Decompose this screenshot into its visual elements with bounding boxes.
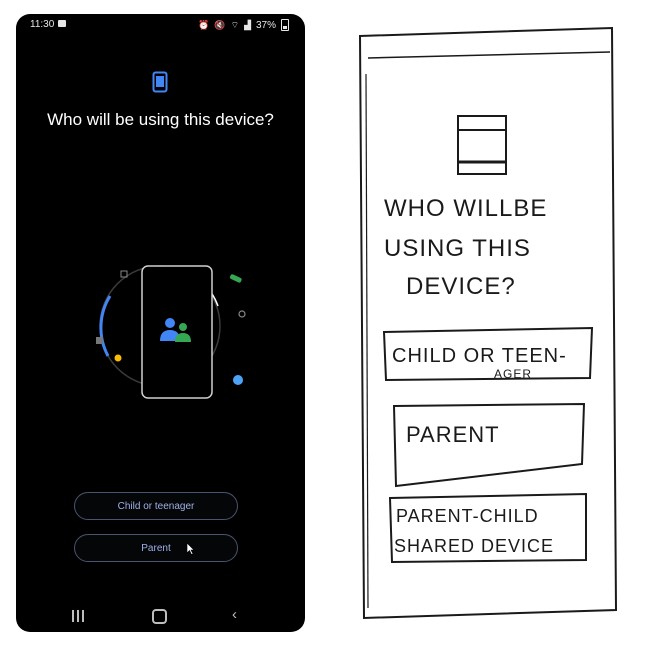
sketch-option-child-line-2: AGER [494, 367, 532, 381]
sketch-title-line-1: WHO WILLBE [384, 195, 547, 222]
page-title: Who will be using this device? [47, 110, 274, 129]
sketch-option-shared-line-1: PARENT-CHILD [396, 506, 539, 526]
yellow-dot [114, 354, 122, 362]
home-icon[interactable] [152, 609, 167, 624]
battery-icon [281, 19, 289, 31]
alarm-icon: ⏰ [198, 19, 210, 30]
device-icon [152, 71, 168, 93]
child-or-teenager-button[interactable]: Child or teenager [74, 492, 238, 520]
gray-square [96, 337, 103, 344]
cursor-icon [186, 542, 195, 555]
small-ring [238, 310, 246, 318]
image-icon [58, 20, 66, 27]
navigation-bar: ‹ [16, 602, 305, 632]
green-dash [229, 274, 242, 283]
wireframe-sketch: WHO WILLBE USING THIS DEVICE? CHILD OR T… [358, 26, 618, 620]
mute-icon: 🔇 [214, 19, 226, 30]
wifi-icon: ⌔ [230, 19, 240, 30]
sketch-title-line-2: USING THIS [384, 235, 531, 262]
sketch-title-line-3: DEVICE? [406, 273, 516, 300]
parent-button[interactable]: Parent [74, 534, 238, 562]
back-icon[interactable]: ‹ [232, 606, 237, 623]
status-icons: ⏰ 🔇 ⌔ ▟ 37% [198, 19, 289, 31]
phone-screen: 11:30 ⏰ 🔇 ⌔ ▟ 37% Who will be using this… [16, 14, 305, 632]
status-time: 11:30 [30, 19, 55, 30]
family-illustration [96, 265, 246, 399]
sketch-option-child-line-1: CHILD OR TEEN- [392, 345, 567, 367]
status-bar: 11:30 ⏰ 🔇 ⌔ ▟ 37% [16, 14, 305, 36]
sketch-option-parent-label: PARENT [406, 422, 500, 447]
sketch-option-shared-line-2: SHARED DEVICE [394, 536, 554, 556]
phone-outline [141, 265, 213, 399]
signal-icon: ▟ [244, 19, 251, 30]
sketch-frame-inner [367, 51, 611, 59]
sketch-device-icon [457, 115, 507, 175]
recents-icon[interactable] [72, 610, 86, 622]
battery-percent: 37% [255, 19, 276, 31]
orbit-arc-blue [99, 295, 112, 357]
blue-dot [233, 375, 243, 385]
